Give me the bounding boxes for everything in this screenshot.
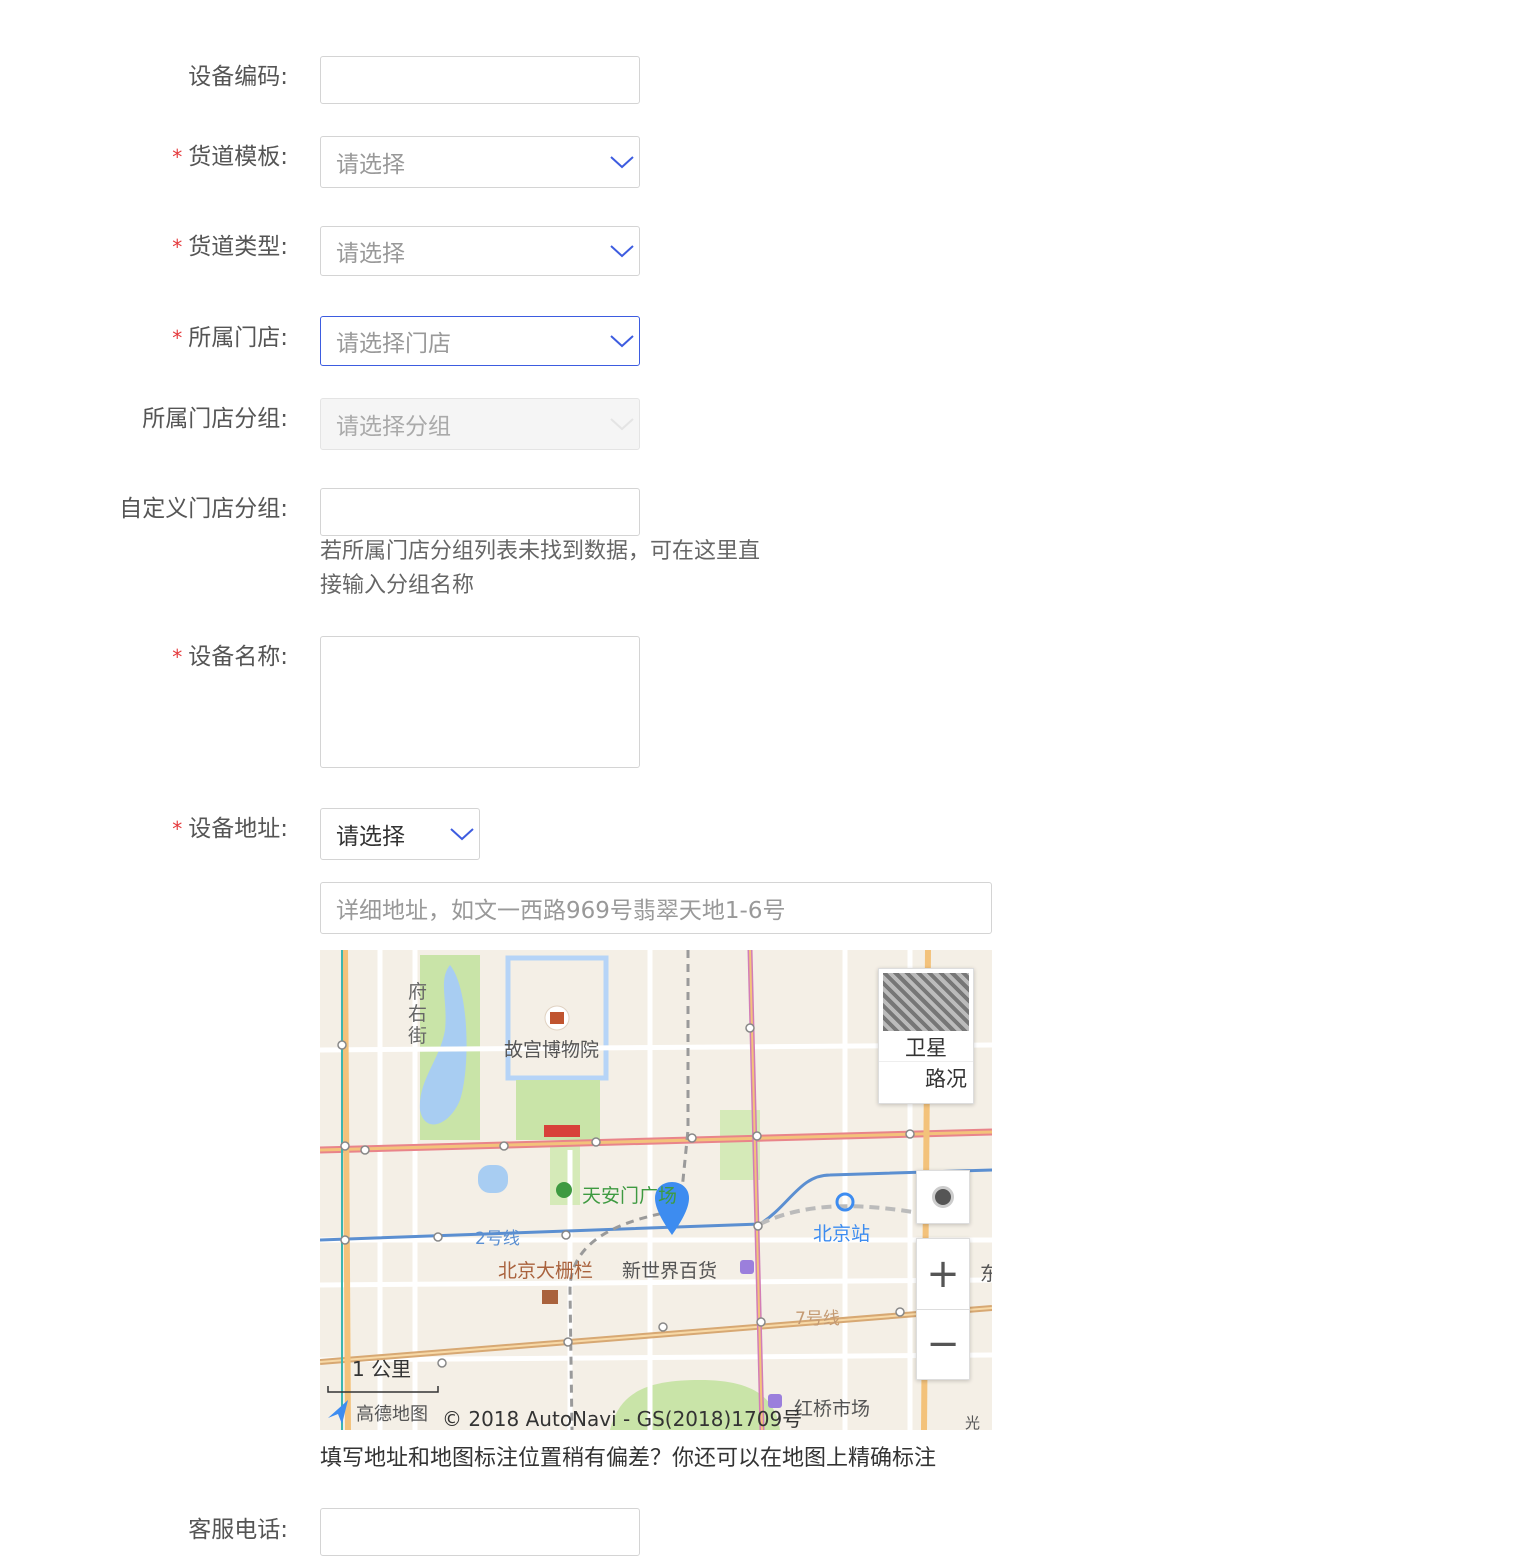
channel-template-label: * 货道模板: [172, 144, 288, 170]
map-label: 府 [408, 981, 427, 1003]
map-label: 北京站 [813, 1223, 870, 1245]
map-label: 天安门广场 [582, 1185, 677, 1207]
channel-type-select[interactable]: 请选择 [320, 226, 640, 276]
select-placeholder: 请选择 [336, 152, 405, 178]
detail-address-input[interactable]: 详细地址，如文一西路969号翡翠天地1-6号 [320, 882, 992, 934]
satellite-thumbnail[interactable] [883, 973, 969, 1031]
amap-logo-text: 高德地图 [356, 1404, 428, 1425]
select-placeholder: 请选择门店 [336, 331, 451, 357]
service-phone-input[interactable] [320, 1508, 640, 1556]
device-name-textarea[interactable] [320, 636, 640, 768]
channel-template-select[interactable]: 请选择 [320, 136, 640, 188]
satellite-toggle[interactable]: 卫星 [879, 1035, 973, 1061]
map-label: 2号线 [475, 1229, 520, 1249]
input-placeholder: 详细地址，如文一西路969号翡翠天地1-6号 [336, 898, 786, 924]
zoom-control: + − [916, 1238, 970, 1380]
chevron-down-icon [610, 245, 634, 258]
map-scale-label: 1 公里 [352, 1357, 411, 1381]
device-name-label: * 设备名称: [172, 644, 288, 670]
select-placeholder: 请选择分组 [336, 414, 451, 440]
chevron-down-icon [610, 418, 634, 431]
channel-type-label: * 货道类型: [172, 234, 288, 260]
select-placeholder: 请选择 [336, 241, 405, 267]
device-code-label: 设备编码: [188, 64, 288, 90]
zoom-in-button[interactable]: + [917, 1239, 969, 1310]
map-hint: 填写地址和地图标注位置稍有偏差？你还可以在地图上精确标注 [320, 1446, 937, 1471]
park-icon [556, 1182, 572, 1198]
map-label: 北京大栅栏 [498, 1260, 593, 1282]
gate-icon [544, 1125, 580, 1137]
map-label: 红桥市场 [794, 1398, 870, 1420]
chevron-down-icon [610, 335, 634, 348]
traffic-toggle[interactable]: 路况 [879, 1061, 973, 1096]
zoom-out-button[interactable]: − [917, 1310, 969, 1379]
region-select[interactable]: 请选择 [320, 808, 480, 860]
map-label: 故宫博物院 [504, 1039, 599, 1061]
map-label: 右 [408, 1003, 427, 1025]
shopping-icon [740, 1260, 754, 1274]
store-label: * 所属门店: [172, 325, 288, 351]
required-mark: * [172, 645, 183, 669]
map-label: 新世界百货 [622, 1260, 717, 1282]
custom-group-hint: 若所属门店分组列表未找到数据，可在这里直 接输入分组名称 [320, 539, 761, 598]
store-select[interactable]: 请选择门店 [320, 316, 640, 366]
map-copyright: © 2018 AutoNavi - GS(2018)1709号 [442, 1407, 802, 1430]
required-mark: * [172, 235, 183, 259]
custom-group-label: 自定义门店分组: [119, 496, 288, 522]
shopping-icon [768, 1394, 782, 1408]
required-mark: * [172, 817, 183, 841]
location-map[interactable]: 府 右 街 故宫博物院 天安门广场 2号线 北京大栅栏 新世界百货 北京站 7号… [320, 950, 992, 1430]
device-address-label: * 设备地址: [172, 816, 288, 842]
store-group-select: 请选择分组 [320, 398, 640, 450]
required-mark: * [172, 145, 183, 169]
map-label: 东 [980, 1263, 992, 1285]
locate-icon [932, 1186, 954, 1208]
store-group-label: 所属门店分组: [142, 406, 288, 432]
chevron-down-icon [610, 156, 634, 169]
custom-group-input[interactable] [320, 488, 640, 536]
region-select-value: 请选择 [336, 824, 405, 850]
locate-button[interactable] [916, 1170, 970, 1224]
service-phone-label: 客服电话: [188, 1517, 288, 1543]
map-layer-switcher[interactable]: 卫星 路况 [878, 968, 974, 1104]
building-icon [542, 1290, 558, 1304]
chevron-down-icon [450, 828, 474, 841]
water-pond [478, 1165, 508, 1193]
device-code-input[interactable] [320, 56, 640, 104]
map-label: 光 [965, 1414, 980, 1430]
map-label: 街 [408, 1025, 427, 1047]
required-mark: * [172, 326, 183, 350]
map-label: 7号线 [795, 1309, 840, 1329]
